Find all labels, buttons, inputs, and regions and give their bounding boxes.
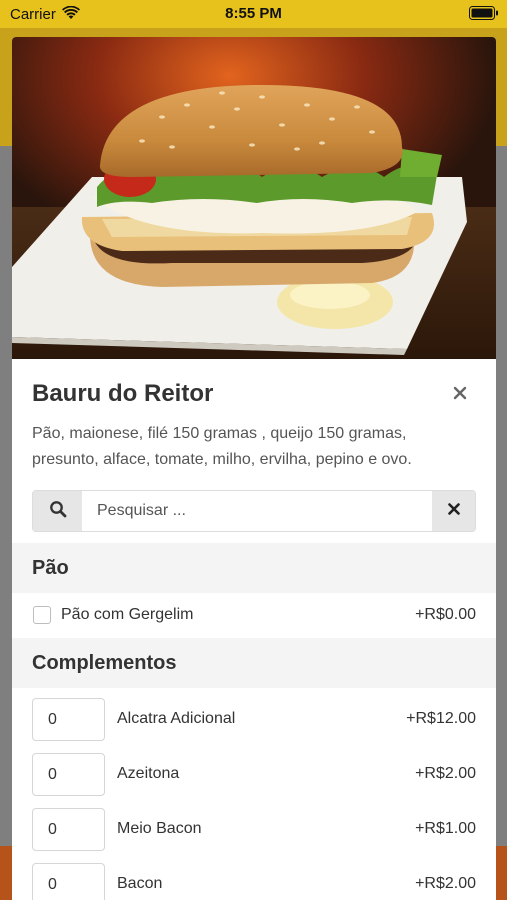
section-header-pao: Pão (12, 543, 496, 593)
option-checkbox[interactable] (33, 606, 51, 624)
search-button[interactable] (33, 491, 82, 531)
complement-price: +R$2.00 (415, 875, 476, 892)
quantity-input[interactable] (32, 698, 105, 741)
complement-price: +R$1.00 (415, 820, 476, 837)
complement-label: Alcatra Adicional (117, 710, 236, 727)
option-price: +R$0.00 (415, 606, 476, 623)
quantity-input[interactable] (32, 863, 105, 900)
close-icon (447, 502, 461, 521)
option-row: Pão com Gergelim +R$0.00 (12, 593, 496, 638)
status-bar: Carrier 8:55 PM (0, 0, 507, 28)
product-modal: Bauru do Reitor Pão, maionese, filé 150 … (12, 37, 496, 900)
complement-price: +R$2.00 (415, 765, 476, 782)
section-header-complementos: Complementos (12, 638, 496, 688)
complement-label: Bacon (117, 875, 163, 892)
complement-row: Alcatra Adicional +R$12.00 (12, 693, 496, 748)
complement-row: Bacon +R$2.00 (12, 858, 496, 900)
clear-search-button[interactable] (432, 491, 475, 531)
quantity-input[interactable] (32, 808, 105, 851)
search-input[interactable] (82, 491, 433, 531)
complement-label: Azeitona (117, 765, 180, 782)
burger-photo (12, 37, 496, 359)
product-description: Pão, maionese, filé 150 gramas , queijo … (32, 425, 412, 468)
search-bar (32, 490, 476, 532)
product-title: Bauru do Reitor (32, 380, 214, 407)
complement-label: Meio Bacon (117, 820, 202, 837)
option-label: Pão com Gergelim (61, 606, 194, 623)
battery-icon (469, 6, 499, 25)
complement-row: Azeitona +R$2.00 (12, 748, 496, 803)
complement-price: +R$12.00 (406, 710, 476, 727)
quantity-input[interactable] (32, 753, 105, 796)
clock-time: 8:55 PM (225, 5, 282, 22)
close-icon[interactable] (451, 384, 469, 402)
complement-row: Meio Bacon +R$1.00 (12, 803, 496, 858)
search-icon (49, 500, 67, 523)
